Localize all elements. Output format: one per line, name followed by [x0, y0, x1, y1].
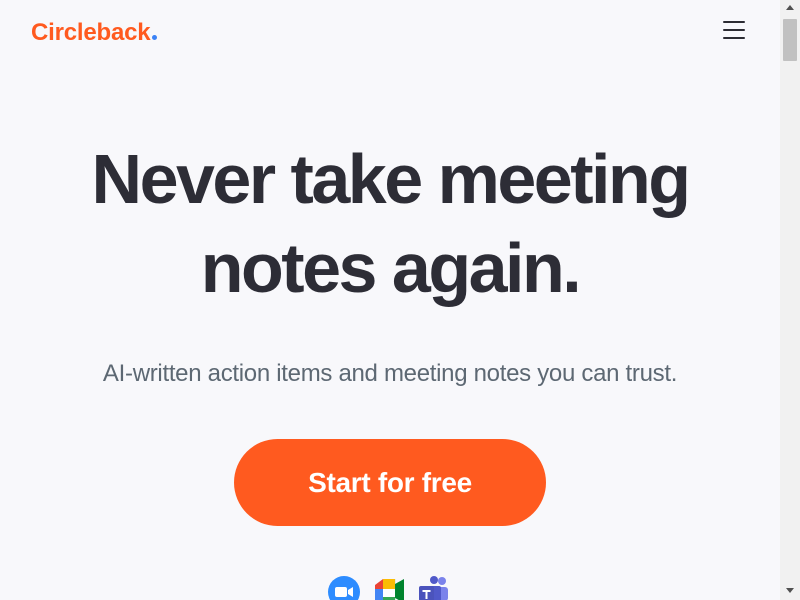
- page: Circleback Never take meeting notes agai…: [0, 0, 780, 600]
- scroll-up-icon[interactable]: [780, 0, 800, 17]
- integrations-row: [328, 576, 452, 600]
- logo-text: Circleback: [31, 19, 151, 46]
- hero-title-line-1: Never take meeting: [91, 140, 691, 218]
- menu-bar-top: [723, 21, 745, 23]
- google-meet-icon: [373, 576, 405, 600]
- site-header: Circleback: [0, 0, 780, 66]
- logo[interactable]: Circleback: [31, 18, 158, 48]
- hero-title: Never take meeting notes again.: [0, 135, 780, 313]
- start-for-free-button[interactable]: Start for free: [234, 439, 546, 526]
- menu-bar-middle: [723, 29, 745, 31]
- logo-dot: [152, 35, 158, 40]
- zoom-icon: [328, 576, 360, 600]
- scroll-down-icon[interactable]: [780, 583, 800, 600]
- page-scrollbar[interactable]: [780, 0, 800, 600]
- hero-title-line-2: notes again.: [200, 229, 582, 307]
- menu-bar-bottom: [723, 37, 745, 39]
- hero-subtitle: AI-written action items and meeting note…: [102, 360, 678, 387]
- hamburger-menu-icon[interactable]: [720, 18, 748, 42]
- microsoft-teams-icon: [418, 576, 450, 600]
- scroll-thumb[interactable]: [783, 19, 797, 61]
